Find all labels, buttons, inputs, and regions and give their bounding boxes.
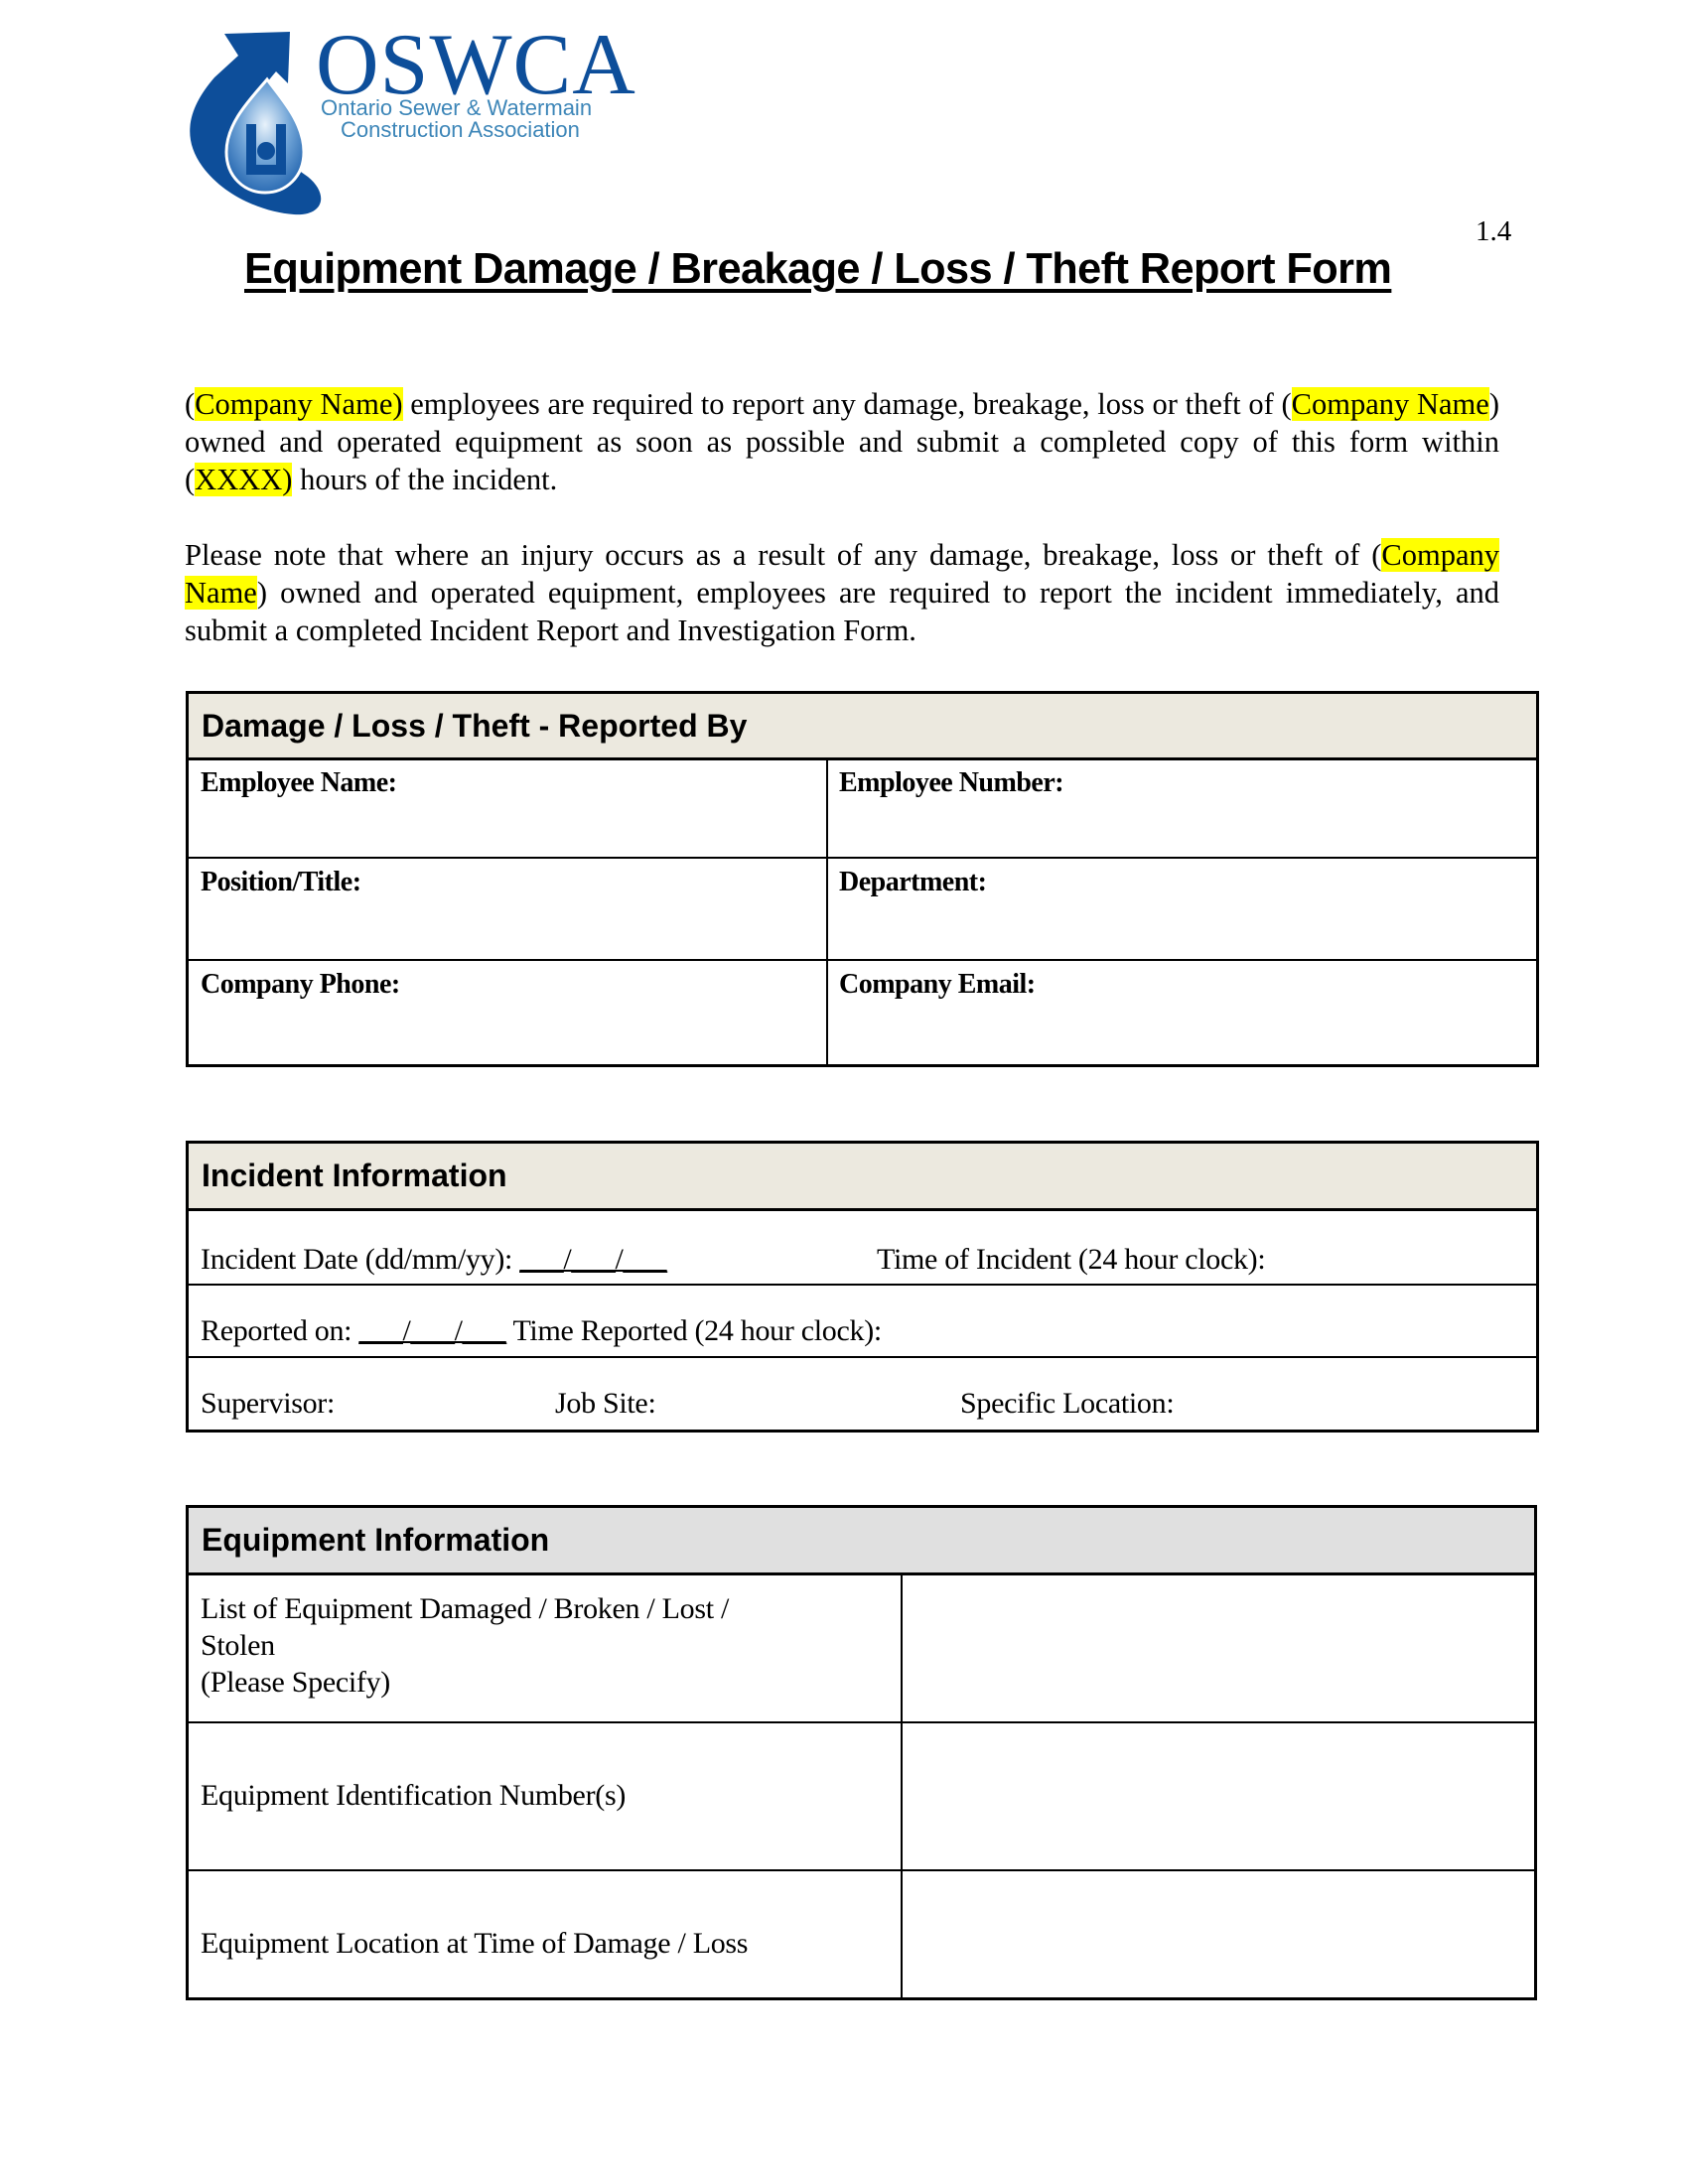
- text-run: ) owned and operated equipment, employee…: [185, 576, 1499, 647]
- oswca-logo: OSWCA Ontario Sewer & Watermain Construc…: [185, 22, 641, 216]
- label-line: (Please Specify): [201, 1666, 390, 1699]
- department-field[interactable]: Department:: [839, 867, 987, 898]
- hours-placeholder: XXXX): [195, 463, 293, 496]
- row-divider: [189, 1356, 1536, 1358]
- text-run: hours of the incident.: [292, 463, 558, 496]
- row-divider: [189, 1721, 1534, 1723]
- equipment-information-heading: Equipment Information: [189, 1508, 1534, 1575]
- page-title: Equipment Damage / Breakage / Loss / The…: [244, 244, 1392, 293]
- reported-on-label: Reported on:: [201, 1314, 352, 1347]
- equipment-id-input[interactable]: [904, 1724, 1534, 1869]
- row-divider: [189, 1284, 1536, 1286]
- company-phone-field[interactable]: Company Phone:: [201, 969, 400, 1001]
- row-divider: [189, 959, 1536, 961]
- equipment-id-label: Equipment Identification Number(s): [201, 1779, 627, 1812]
- equipment-list-label: List of Equipment Damaged / Broken / Los…: [201, 1590, 876, 1701]
- logo-subtitle-line1: Ontario Sewer & Watermain: [321, 95, 593, 120]
- label-line: List of Equipment Damaged / Broken / Los…: [201, 1592, 730, 1625]
- incident-date-field[interactable]: Incident Date (dd/mm/yy): ___/___/___: [201, 1243, 667, 1277]
- text-run: (: [185, 387, 196, 421]
- time-of-incident-field[interactable]: Time of Incident (24 hour clock):: [877, 1243, 1266, 1277]
- specific-location-field[interactable]: Specific Location:: [960, 1387, 1175, 1421]
- water-drop-arrow-icon: [190, 32, 322, 215]
- form-version: 1.4: [1476, 215, 1512, 247]
- row-divider: [189, 1869, 1534, 1871]
- employee-name-field[interactable]: Employee Name:: [201, 767, 397, 799]
- incident-information-table: Incident Information Incident Date (dd/m…: [186, 1141, 1539, 1433]
- reported-on-blank[interactable]: ___/___/___: [358, 1314, 506, 1347]
- logo-subtitle-line2: Construction Association: [341, 117, 580, 142]
- column-divider: [901, 1572, 903, 1997]
- equipment-list-input[interactable]: [904, 1575, 1534, 1721]
- text-run: Please note that where an injury occurs …: [185, 538, 1382, 572]
- row-divider: [189, 857, 1536, 859]
- position-title-field[interactable]: Position/Title:: [201, 867, 361, 898]
- company-email-field[interactable]: Company Email:: [839, 969, 1036, 1001]
- incident-date-blank[interactable]: ___/___/___: [519, 1243, 667, 1276]
- equipment-information-table: Equipment Information List of Equipment …: [186, 1505, 1537, 2000]
- company-name-placeholder: Company Name: [1291, 387, 1489, 421]
- reported-on-field[interactable]: Reported on: ___/___/___ Time Reported (…: [201, 1314, 882, 1348]
- job-site-field[interactable]: Job Site:: [555, 1387, 656, 1421]
- intro-paragraph-1: (Company Name) employees are required to…: [185, 385, 1499, 498]
- employee-number-field[interactable]: Employee Number:: [839, 767, 1064, 799]
- reported-by-table: Damage / Loss / Theft - Reported By Empl…: [186, 691, 1539, 1067]
- supervisor-field[interactable]: Supervisor:: [201, 1387, 335, 1421]
- time-reported-label: Time Reported (24 hour clock):: [512, 1314, 882, 1347]
- incident-information-heading: Incident Information: [189, 1144, 1536, 1211]
- intro-paragraph-2: Please note that where an injury occurs …: [185, 536, 1499, 649]
- equipment-location-input[interactable]: [904, 1872, 1534, 1997]
- column-divider: [826, 757, 828, 1064]
- text-run: employees are required to report any dam…: [402, 387, 1292, 421]
- incident-date-label: Incident Date (dd/mm/yy):: [201, 1243, 513, 1276]
- equipment-location-label: Equipment Location at Time of Damage / L…: [201, 1927, 749, 1960]
- company-name-placeholder: Company Name): [195, 387, 403, 421]
- label-line: Stolen: [201, 1629, 275, 1662]
- reported-by-heading: Damage / Loss / Theft - Reported By: [189, 694, 1536, 760]
